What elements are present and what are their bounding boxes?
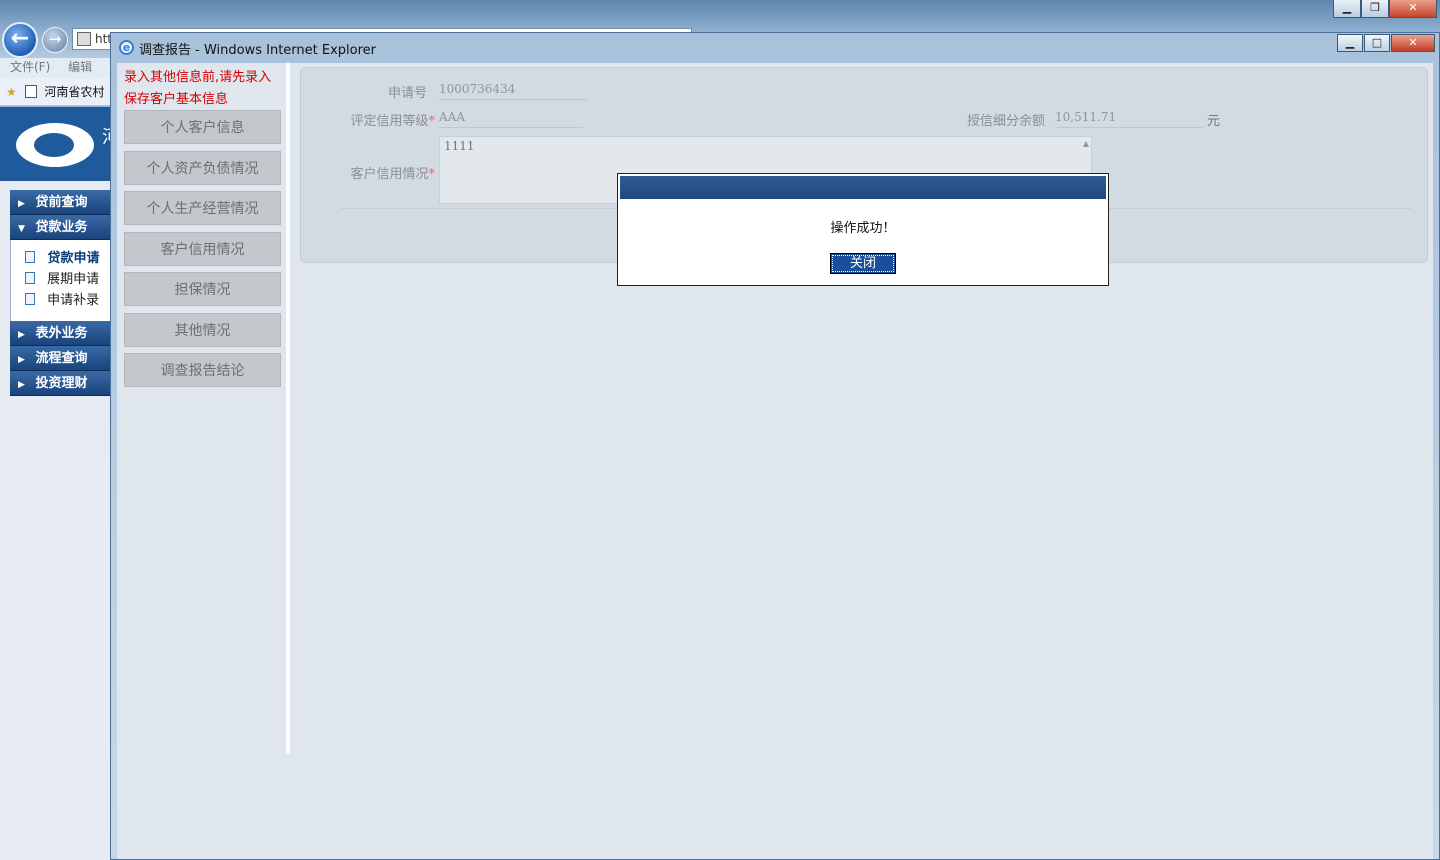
left-nav: ▶ 贷前查询 ▼ 贷款业务 贷款申请 展期申请 申请补录 ▶ 表外业务 ▶ 流程… <box>10 190 110 396</box>
triangle-right-icon: ▶ <box>18 330 25 340</box>
nav-section-off-balance[interactable]: ▶ 表外业务 <box>10 321 110 346</box>
nav-item-loan-application[interactable]: 贷款申请 <box>25 248 110 269</box>
tab-other[interactable]: 其他情况 <box>124 313 281 347</box>
tab-assets-liabilities[interactable]: 个人资产负债情况 <box>124 151 281 185</box>
nav-section-process-query[interactable]: ▶ 流程查询 <box>10 346 110 371</box>
background-page: 河 ▶ 贷前查询 ▼ 贷款业务 贷款申请 展期申请 申请补录 ▶ 表外业务 ▶ … <box>0 107 112 860</box>
tab-guarantee[interactable]: 担保情况 <box>124 272 281 306</box>
tab-personal-customer-info[interactable]: 个人客户信息 <box>124 110 281 144</box>
triangle-right-icon: ▶ <box>18 355 25 365</box>
maximize-icon[interactable]: □ <box>1364 34 1390 52</box>
page-icon <box>77 32 91 46</box>
close-icon[interactable]: ✕ <box>1389 0 1437 18</box>
tab-production-operation[interactable]: 个人生产经营情况 <box>124 191 281 225</box>
nav-section-label: 贷款业务 <box>35 220 88 235</box>
tab-report-conclusion[interactable]: 调查报告结论 <box>124 353 281 387</box>
popup-titlebar: e 调查报告 - Windows Internet Explorer ▁ □ ✕ <box>111 33 1439 61</box>
popup-window-controls: ▁ □ ✕ <box>1336 34 1435 52</box>
ie-logo-icon: e <box>119 40 134 55</box>
outer-window-controls: ▁ ❐ ✕ <box>1333 0 1437 18</box>
document-icon <box>25 272 35 284</box>
favorite-link[interactable]: 河南省农村 <box>44 85 104 99</box>
dialog-titlebar <box>620 176 1106 199</box>
nav-item-supplementary-entry[interactable]: 申请补录 <box>25 290 110 311</box>
triangle-right-icon: ▶ <box>18 199 25 209</box>
currency-unit: 元 <box>1207 114 1221 129</box>
nav-section-label: 贷前查询 <box>35 195 88 210</box>
triangle-right-icon: ▶ <box>18 380 25 390</box>
minimize-icon[interactable]: ▁ <box>1337 34 1363 52</box>
dialog-message: 操作成功！ <box>830 221 896 236</box>
document-icon <box>25 293 35 305</box>
credit-balance-label: 授信细分余额 <box>966 114 1045 129</box>
credit-status-label: 客户信用情况* <box>331 163 435 182</box>
page-icon <box>24 85 37 98</box>
required-mark: * <box>428 167 436 182</box>
message-dialog: 操作成功！ 关闭 <box>617 173 1109 286</box>
menu-file[interactable]: 文件(F) <box>10 60 50 74</box>
outer-menu-bar: 文件(F) 编辑(E) <box>0 58 110 92</box>
nav-item-label: 展期申请 <box>47 272 100 287</box>
application-no-field[interactable]: 1000736434 <box>439 80 587 100</box>
popup-window: e 调查报告 - Windows Internet Explorer ▁ □ ✕… <box>110 32 1440 860</box>
sidebar-divider <box>286 63 290 753</box>
tab-customer-credit[interactable]: 客户信用情况 <box>124 232 281 266</box>
popup-title: 调查报告 - Windows Internet Explorer <box>139 43 376 58</box>
credit-status-label-text: 客户信用情况 <box>350 167 429 182</box>
credit-rating-label: 评定信用等级* <box>331 110 435 129</box>
bank-logo: 河 <box>0 107 112 181</box>
triangle-down-icon: ▼ <box>18 224 25 234</box>
nav-section-label: 投资理财 <box>35 376 88 391</box>
credit-balance-field[interactable]: 10,511.71 <box>1055 108 1203 128</box>
minimize-icon[interactable]: ▁ <box>1333 0 1361 18</box>
restore-icon[interactable]: ❐ <box>1361 0 1389 18</box>
warning-message: 录入其他信息前,请先录入保存客户基本信息 <box>124 70 272 107</box>
document-icon <box>25 251 35 263</box>
nav-section-label: 表外业务 <box>35 326 88 341</box>
scroll-up-arrow-icon[interactable]: ▲ <box>1083 139 1089 148</box>
favorites-bar: ★ 河南省农村 <box>0 78 110 106</box>
dialog-close-button[interactable]: 关闭 <box>830 253 896 274</box>
nav-item-label: 贷款申请 <box>47 251 100 266</box>
close-icon[interactable]: ✕ <box>1391 34 1435 52</box>
forward-arrow-icon[interactable]: → <box>42 27 68 53</box>
credit-rating-field[interactable]: AAA <box>439 108 583 128</box>
logo-emblem-icon <box>16 123 94 167</box>
credit-rating-label-text: 评定信用等级 <box>350 114 429 129</box>
nav-section-investment[interactable]: ▶ 投资理财 <box>10 371 110 396</box>
credit-status-value: 1111 <box>444 139 475 153</box>
back-arrow-icon[interactable]: ← <box>2 22 38 58</box>
nav-section-pre-loan-query[interactable]: ▶ 贷前查询 <box>10 190 110 215</box>
application-no-label: 申请号 <box>387 86 427 101</box>
required-mark: * <box>428 114 436 129</box>
nav-section-loan-business[interactable]: ▼ 贷款业务 <box>10 215 110 240</box>
nav-item-extension-application[interactable]: 展期申请 <box>25 269 110 290</box>
favorites-star-icon[interactable]: ★ <box>6 85 17 99</box>
nav-item-label: 申请补录 <box>47 293 100 308</box>
nav-submenu: 贷款申请 展期申请 申请补录 <box>10 240 110 321</box>
nav-section-label: 流程查询 <box>35 351 88 366</box>
